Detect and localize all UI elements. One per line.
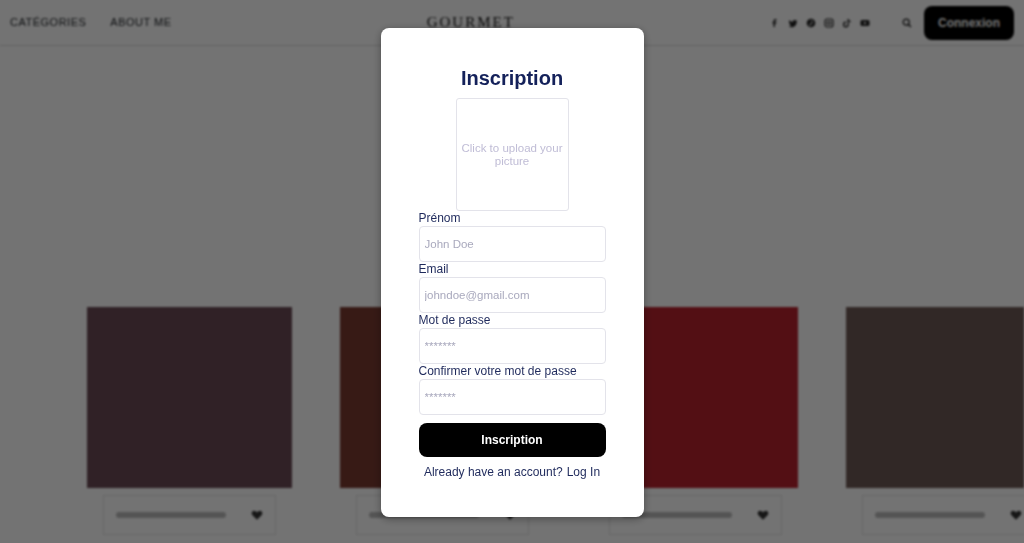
field-label: Prénom xyxy=(419,211,606,225)
signup-modal: Inscription Click to upload your picture P… xyxy=(381,28,644,517)
login-question: Already have an account? xyxy=(424,465,563,479)
email-input[interactable] xyxy=(419,277,606,313)
login-link[interactable]: Log In xyxy=(567,465,600,479)
password-input[interactable] xyxy=(419,328,606,364)
form-field: Email xyxy=(419,262,606,313)
submit-button[interactable]: Inscription xyxy=(419,423,606,457)
modal-backdrop-layer[interactable]: Inscription Click to upload your picture P… xyxy=(0,0,1024,543)
upload-hint: Click to upload your picture xyxy=(460,142,565,168)
form-field: Confirmer votre mot de passe xyxy=(419,364,606,415)
form-field: Mot de passe xyxy=(419,313,606,364)
text-input[interactable] xyxy=(419,226,606,262)
login-prompt: Already have an account? Log In xyxy=(419,465,606,479)
password-input[interactable] xyxy=(419,379,606,415)
modal-title: Inscription xyxy=(419,66,606,90)
field-label: Email xyxy=(419,262,606,276)
field-label: Confirmer votre mot de passe xyxy=(419,364,606,378)
form-field: Prénom xyxy=(419,211,606,262)
field-label: Mot de passe xyxy=(419,313,606,327)
picture-upload[interactable]: Click to upload your picture xyxy=(456,98,569,211)
